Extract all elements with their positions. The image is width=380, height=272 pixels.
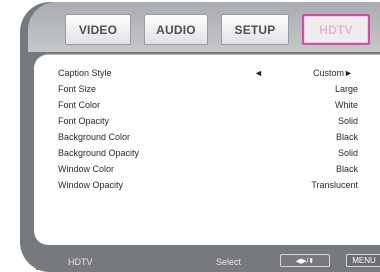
setting-label: Font Opacity xyxy=(58,116,110,126)
setting-value: Solid xyxy=(337,116,358,126)
setting-value: Large xyxy=(334,84,358,94)
setting-value: Black xyxy=(335,132,358,142)
tab-video[interactable]: VIDEO xyxy=(65,14,131,45)
setting-label: Caption Style xyxy=(58,68,112,78)
setting-value: Solid xyxy=(337,148,358,158)
setting-row-background-color[interactable]: Background Color Black xyxy=(58,132,358,148)
tab-bar: VIDEO AUDIO SETUP HDTV xyxy=(28,2,380,52)
tab-hdtv[interactable]: HDTV xyxy=(302,14,370,45)
setting-row-font-opacity[interactable]: Font Opacity Solid xyxy=(58,116,358,132)
setting-value: White xyxy=(334,100,358,110)
setting-row-background-opacity[interactable]: Background Opacity Solid xyxy=(58,148,358,164)
setting-value: Custom xyxy=(312,68,344,78)
setting-label: Window Opacity xyxy=(58,180,124,190)
right-arrow-icon[interactable]: ► xyxy=(344,68,353,78)
setting-row-caption-style[interactable]: Caption Style ◄ Custom ► xyxy=(58,68,358,84)
setting-value: Black xyxy=(335,164,358,174)
setting-value: Translucent xyxy=(311,180,358,190)
footer-title: HDTV xyxy=(68,257,93,267)
tab-setup[interactable]: SETUP xyxy=(221,14,289,45)
setting-row-window-opacity[interactable]: Window Opacity Translucent xyxy=(58,180,358,196)
left-arrow-icon[interactable]: ◄ xyxy=(254,68,263,78)
nav-arrows-icon: ◀▶/⬍ xyxy=(280,254,330,267)
setting-label: Background Opacity xyxy=(58,148,140,158)
menu-button[interactable]: MENU xyxy=(346,254,380,267)
footer-select-label: Select xyxy=(216,257,242,267)
setting-row-font-size[interactable]: Font Size Large xyxy=(58,84,358,100)
footer-bar: HDTV Select ◀▶/⬍ MENU xyxy=(36,252,380,270)
setting-label: Font Color xyxy=(58,100,101,110)
setting-label: Window Color xyxy=(58,164,115,174)
setting-label: Font Size xyxy=(58,84,97,94)
setting-row-window-color[interactable]: Window Color Black xyxy=(58,164,358,180)
settings-panel: Caption Style ◄ Custom ► Font Size Large… xyxy=(34,54,380,245)
setting-label: Background Color xyxy=(58,132,131,142)
setting-row-font-color[interactable]: Font Color White xyxy=(58,100,358,116)
tab-audio[interactable]: AUDIO xyxy=(144,14,208,45)
